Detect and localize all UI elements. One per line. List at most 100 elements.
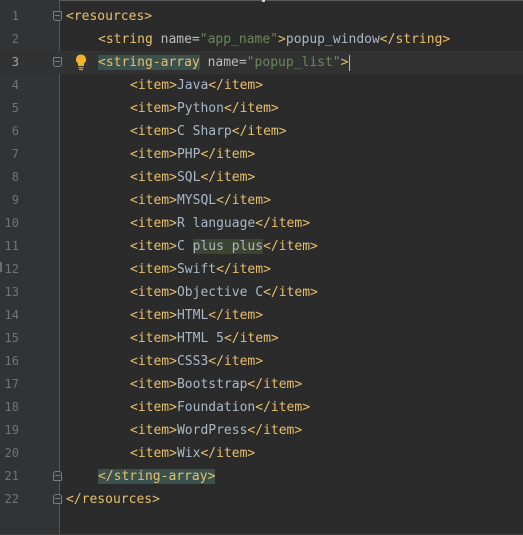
xml-text: PHP: [176, 147, 201, 162]
code-line-12[interactable]: 12 <item>Swift</item>: [0, 258, 523, 281]
code-line-6[interactable]: 6 <item>C Sharp</item>: [0, 120, 523, 143]
xml-tag: <item>: [130, 446, 177, 461]
xml-text: Swift: [176, 262, 217, 277]
code-text[interactable]: <item>PHP</item>: [66, 143, 255, 166]
code-text[interactable]: <resources>: [66, 5, 152, 28]
code-line-17[interactable]: 17 <item>Bootstrap</item>: [0, 373, 523, 396]
window-edge-marker: [262, 0, 265, 2]
code-text[interactable]: <item>Foundation</item>: [66, 396, 310, 419]
fold-marker-icon[interactable]: [53, 494, 62, 504]
editor-top-border: [0, 0, 523, 2]
xml-attribute-value: "app_name": [199, 32, 279, 47]
code-line-8[interactable]: 8 <item>SQL</item>: [0, 166, 523, 189]
code-line-3[interactable]: 3 <string-array name="popup_list">: [0, 51, 523, 74]
line-number: 5: [11, 101, 19, 115]
line-number: 6: [11, 124, 19, 138]
line-number: 1: [11, 9, 19, 23]
code-text[interactable]: <item>SQL</item>: [66, 166, 255, 189]
code-line-16[interactable]: 16 <item>CSS3</item>: [0, 350, 523, 373]
xml-tag-matched: <string-array: [98, 55, 200, 70]
xml-tag: <item>: [130, 101, 177, 116]
code-text[interactable]: <item>HTML</item>: [66, 304, 263, 327]
code-line-1[interactable]: 1 <resources>: [0, 5, 523, 28]
line-number: 20: [4, 446, 19, 460]
spelling-highlight[interactable]: plus plus: [192, 239, 264, 254]
code-line-14[interactable]: 14 <item>HTML</item>: [0, 304, 523, 327]
code-text[interactable]: <string name="app_name">popup_window</st…: [66, 28, 450, 51]
line-number: 16: [4, 354, 19, 368]
code-line-21[interactable]: 21 </string-array>: [0, 465, 523, 488]
line-number: 18: [4, 400, 19, 414]
xml-tag-end: >: [340, 55, 349, 70]
code-text[interactable]: <item>C plus plus</item>: [66, 235, 318, 258]
code-line-22[interactable]: 22 </resources>: [0, 488, 523, 511]
code-text[interactable]: <item>Wix</item>: [66, 442, 255, 465]
xml-tag: <item>: [130, 377, 177, 392]
code-line-4[interactable]: 4 <item>Java</item>: [0, 74, 523, 97]
code-line-20[interactable]: 20 <item>Wix</item>: [0, 442, 523, 465]
code-line-11[interactable]: 11 <item>C plus plus</item>: [0, 235, 523, 258]
code-line-5[interactable]: 5 <item>Python</item>: [0, 97, 523, 120]
code-text[interactable]: <item>Objective C</item>: [66, 281, 318, 304]
line-number: 19: [4, 423, 19, 437]
code-text[interactable]: </resources>: [66, 488, 160, 511]
code-line-7[interactable]: 7 <item>PHP</item>: [0, 143, 523, 166]
fold-marker-icon[interactable]: [53, 11, 62, 21]
code-line-15[interactable]: 15 <item>HTML 5</item>: [0, 327, 523, 350]
code-text[interactable]: <item>HTML 5</item>: [66, 327, 279, 350]
xml-text: popup_window: [285, 32, 380, 47]
code-text[interactable]: </string-array>: [66, 465, 216, 488]
fold-marker-icon[interactable]: [53, 57, 62, 67]
code-line-18[interactable]: 18 <item>Foundation</item>: [0, 396, 523, 419]
code-text[interactable]: <item>Python</item>: [66, 97, 279, 120]
xml-closing-tag: </item>: [263, 285, 318, 300]
xml-text: WordPress: [176, 423, 248, 438]
xml-closing-tag: </resources>: [66, 492, 160, 507]
line-number: 22: [4, 492, 19, 506]
xml-tag: <item>: [130, 124, 177, 139]
code-text[interactable]: <item>Bootstrap</item>: [66, 373, 302, 396]
xml-text: R language: [176, 216, 256, 231]
code-text[interactable]: <string-array name="popup_list">: [66, 51, 351, 74]
line-number: 15: [4, 331, 19, 345]
xml-tag: <item>: [130, 331, 177, 346]
xml-closing-tag: </item>: [263, 239, 318, 254]
xml-text: CSS3: [176, 354, 209, 369]
code-text[interactable]: <item>WordPress</item>: [66, 419, 302, 442]
xml-closing-tag: </item>: [255, 216, 311, 231]
xml-text: Objective C: [176, 285, 264, 300]
xml-tag: <item>: [130, 193, 177, 208]
xml-text: SQL: [176, 170, 201, 185]
line-number: 2: [11, 32, 19, 46]
code-line-2[interactable]: 2 <string name="app_name">popup_window</…: [0, 28, 523, 51]
code-line-13[interactable]: 13 <item>Objective C</item>: [0, 281, 523, 304]
line-number: 4: [11, 78, 19, 92]
text-caret: [349, 54, 351, 71]
code-line-19[interactable]: 19 <item>WordPress</item>: [0, 419, 523, 442]
xml-tag: <item>: [130, 285, 177, 300]
xml-text: MYSQL: [176, 193, 217, 208]
code-line-9[interactable]: 9 <item>MYSQL</item>: [0, 189, 523, 212]
fold-marker-icon[interactable]: [53, 471, 62, 481]
code-text[interactable]: <item>CSS3</item>: [66, 350, 263, 373]
xml-tag: <item>: [130, 147, 177, 162]
xml-text: HTML 5: [176, 331, 224, 346]
xml-text: Bootstrap: [176, 377, 248, 392]
xml-text: Java: [176, 78, 209, 93]
xml-text: Foundation: [176, 400, 256, 415]
xml-closing-tag: </item>: [208, 308, 264, 323]
xml-tag: <item>: [130, 78, 177, 93]
xml-tag: <item>: [130, 400, 177, 415]
code-text[interactable]: <item>C Sharp</item>: [66, 120, 287, 143]
xml-text: Wix: [176, 446, 201, 461]
xml-closing-tag: </item>: [208, 354, 264, 369]
xml-closing-tag: </item>: [200, 170, 256, 185]
code-text[interactable]: <item>R language</item>: [66, 212, 310, 235]
code-line-10[interactable]: 10 <item>R language</item>: [0, 212, 523, 235]
xml-tag: <item>: [130, 423, 177, 438]
code-text[interactable]: <item>MYSQL</item>: [66, 189, 271, 212]
code-text[interactable]: <item>Java</item>: [66, 74, 263, 97]
code-text[interactable]: <item>Swift</item>: [66, 258, 271, 281]
xml-closing-tag: </item>: [200, 147, 256, 162]
xml-closing-tag: </item>: [247, 423, 303, 438]
